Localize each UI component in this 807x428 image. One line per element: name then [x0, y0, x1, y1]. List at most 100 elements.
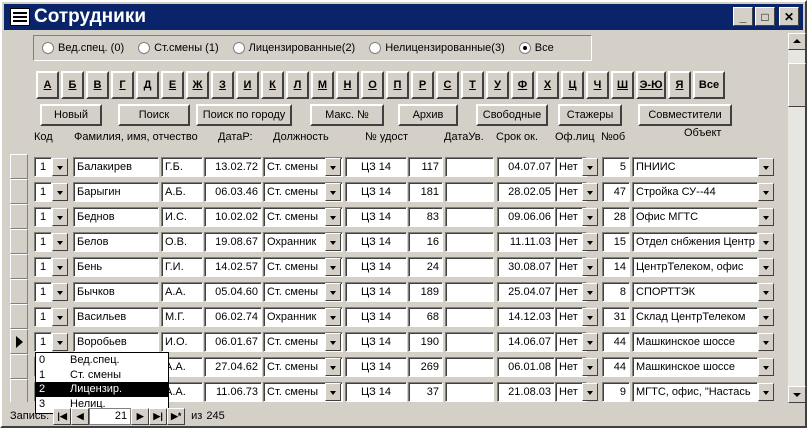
- dropdown-arrow-icon[interactable]: [582, 183, 598, 201]
- object-field[interactable]: Машкинское шоссе: [632, 332, 758, 352]
- letter-button[interactable]: С: [436, 71, 459, 99]
- surname-field[interactable]: Бычков: [73, 282, 159, 302]
- surname-field[interactable]: Беднов: [73, 207, 159, 227]
- action-button[interactable]: Макс. №: [310, 104, 384, 126]
- dropdown-arrow-icon[interactable]: [325, 233, 341, 251]
- dropdown-arrow-icon[interactable]: [758, 308, 774, 326]
- cert-series-field[interactable]: ЦЗ 14: [345, 307, 407, 327]
- cert-series-field[interactable]: ЦЗ 14: [345, 382, 407, 402]
- cert-date-field[interactable]: [445, 157, 494, 177]
- action-button[interactable]: Поиск по городу: [196, 104, 292, 126]
- cert-series-field[interactable]: ЦЗ 14: [345, 282, 407, 302]
- cert-series-field[interactable]: ЦЗ 14: [345, 182, 407, 202]
- object-number-field[interactable]: 47: [602, 182, 630, 202]
- letter-button[interactable]: Х: [536, 71, 559, 99]
- kod-field[interactable]: 1: [34, 332, 52, 352]
- letter-button[interactable]: И: [236, 71, 259, 99]
- record-selector[interactable]: [10, 304, 28, 329]
- dropdown-arrow-icon[interactable]: [325, 183, 341, 201]
- action-button[interactable]: Новый: [40, 104, 102, 126]
- kod-field[interactable]: 1: [34, 282, 52, 302]
- surname-field[interactable]: Белов: [73, 232, 159, 252]
- letter-button[interactable]: К: [261, 71, 284, 99]
- object-field[interactable]: ПНИИС: [632, 157, 758, 177]
- letter-button[interactable]: Б: [61, 71, 84, 99]
- cert-date-field[interactable]: [445, 207, 494, 227]
- dropdown-arrow-icon[interactable]: [582, 383, 598, 401]
- record-selector[interactable]: [10, 354, 28, 379]
- cert-series-field[interactable]: ЦЗ 14: [345, 332, 407, 352]
- table-row[interactable]: 1 Барыгин А.Б. 06.03.46 Ст. смены ЦЗ 14 181 28.…: [10, 179, 782, 204]
- cert-number-field[interactable]: 190: [408, 332, 443, 352]
- kod-field[interactable]: 1: [34, 157, 52, 177]
- cert-number-field[interactable]: 269: [408, 357, 443, 377]
- letter-button[interactable]: Ш: [611, 71, 634, 99]
- object-number-field[interactable]: 8: [602, 282, 630, 302]
- term-field[interactable]: 28.02.05: [497, 182, 555, 202]
- dropdown-arrow-icon[interactable]: [325, 283, 341, 301]
- cert-number-field[interactable]: 37: [408, 382, 443, 402]
- dropdown-arrow-icon[interactable]: [52, 333, 68, 351]
- dropdown-arrow-icon[interactable]: [582, 258, 598, 276]
- record-selector[interactable]: [10, 179, 28, 204]
- action-button[interactable]: Совместители: [638, 104, 732, 126]
- initials-field[interactable]: А.Б.: [161, 182, 203, 202]
- cert-series-field[interactable]: ЦЗ 14: [345, 232, 407, 252]
- table-row[interactable]: 1 Васильев М.Г. 06.02.74 Охранник ЦЗ 14 68 14.1…: [10, 304, 782, 329]
- term-field[interactable]: 14.12.03: [497, 307, 555, 327]
- term-field[interactable]: 11.11.03: [497, 232, 555, 252]
- initials-field[interactable]: Г.Б.: [161, 157, 203, 177]
- cert-date-field[interactable]: [445, 232, 494, 252]
- birthdate-field[interactable]: 06.02.74: [204, 307, 262, 327]
- minimize-button[interactable]: _: [733, 7, 753, 26]
- letter-button[interactable]: О: [361, 71, 384, 99]
- letter-button[interactable]: Д: [136, 71, 159, 99]
- surname-field[interactable]: Воробьев: [73, 332, 159, 352]
- object-number-field[interactable]: 31: [602, 307, 630, 327]
- kod-field[interactable]: 1: [34, 207, 52, 227]
- cert-date-field[interactable]: [445, 307, 494, 327]
- object-field[interactable]: Офис МГТС: [632, 207, 758, 227]
- dropdown-arrow-icon[interactable]: [582, 358, 598, 376]
- dropdown-option[interactable]: 0 Вед.спец.: [36, 353, 168, 368]
- cert-date-field[interactable]: [445, 357, 494, 377]
- term-field[interactable]: 04.07.07: [497, 157, 555, 177]
- record-selector[interactable]: [10, 379, 28, 402]
- dropdown-arrow-icon[interactable]: [52, 283, 68, 301]
- letter-button[interactable]: М: [311, 71, 334, 99]
- dropdown-arrow-icon[interactable]: [325, 333, 341, 351]
- filter-option[interactable]: Ст.смены (1): [138, 42, 219, 54]
- cert-number-field[interactable]: 189: [408, 282, 443, 302]
- letter-button[interactable]: В: [86, 71, 109, 99]
- kod-dropdown-list[interactable]: 0 Вед.спец. 1 Ст. смены 2 Лицензир. 3 Нелиц.: [35, 352, 169, 414]
- birthdate-field[interactable]: 14.02.57: [204, 257, 262, 277]
- initials-field[interactable]: А.А.: [161, 282, 203, 302]
- initials-field[interactable]: М.Г.: [161, 307, 203, 327]
- scroll-down-button[interactable]: [788, 386, 806, 403]
- cert-number-field[interactable]: 68: [408, 307, 443, 327]
- dropdown-arrow-icon[interactable]: [52, 308, 68, 326]
- letter-button[interactable]: А: [36, 71, 59, 99]
- dropdown-arrow-icon[interactable]: [758, 383, 774, 401]
- birthdate-field[interactable]: 27.04.62: [204, 357, 262, 377]
- table-row[interactable]: 1 Бычков А.А. 05.04.60 Ст. смены ЦЗ 14 189 25.0…: [10, 279, 782, 304]
- surname-field[interactable]: Балакирев: [73, 157, 159, 177]
- dropdown-arrow-icon[interactable]: [52, 158, 68, 176]
- birthdate-field[interactable]: 10.02.02: [204, 207, 262, 227]
- dropdown-arrow-icon[interactable]: [582, 333, 598, 351]
- dropdown-arrow-icon[interactable]: [758, 333, 774, 351]
- filter-option[interactable]: Вед.спец. (0): [42, 42, 124, 54]
- object-number-field[interactable]: 15: [602, 232, 630, 252]
- record-number-input[interactable]: 21: [89, 407, 132, 425]
- cert-number-field[interactable]: 24: [408, 257, 443, 277]
- object-field[interactable]: Стройка СУ--44: [632, 182, 758, 202]
- filter-option[interactable]: Лицензированные(2): [232, 42, 355, 54]
- object-field[interactable]: МГТС, офис, "Настась: [632, 382, 758, 402]
- letter-button[interactable]: Ф: [511, 71, 534, 99]
- object-number-field[interactable]: 9: [602, 382, 630, 402]
- table-row[interactable]: 1 Бень Г.И. 14.02.57 Ст. смены ЦЗ 14 24 30.08.0…: [10, 254, 782, 279]
- surname-field[interactable]: Бень: [73, 257, 159, 277]
- kod-field[interactable]: 1: [34, 232, 52, 252]
- cert-date-field[interactable]: [445, 257, 494, 277]
- dropdown-arrow-icon[interactable]: [582, 158, 598, 176]
